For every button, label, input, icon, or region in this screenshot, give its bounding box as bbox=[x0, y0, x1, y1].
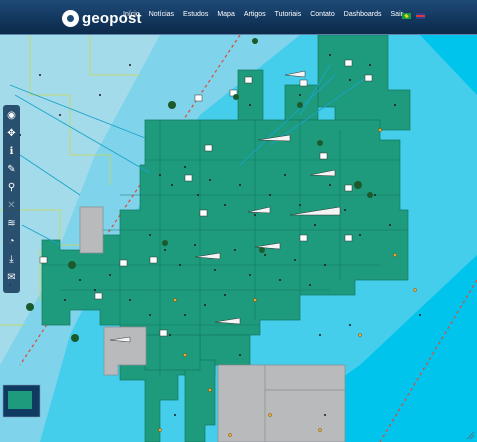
menu-item-dashboards[interactable]: Dashboards bbox=[344, 11, 382, 18]
resize-handle-icon[interactable] bbox=[465, 430, 475, 440]
info-icon[interactable]: ℹ bbox=[5, 145, 18, 158]
map-svg bbox=[0, 35, 477, 442]
top-navbar: geopost Início Notícias Estudos Mapa Art… bbox=[0, 0, 477, 35]
menu-item-estudos[interactable]: Estudos bbox=[183, 11, 208, 18]
menu-item-contato[interactable]: Contato bbox=[310, 11, 335, 18]
map-toolbar: ◉ ✥ ℹ ✎ ⚲ ✕ ≋ ◔ ⤓ ✉ bbox=[3, 105, 20, 293]
menu-item-mapa[interactable]: Mapa bbox=[217, 11, 235, 18]
logo-icon bbox=[62, 9, 79, 27]
mail-icon[interactable]: ✉ bbox=[5, 271, 18, 284]
draw-icon[interactable]: ✎ bbox=[5, 163, 18, 176]
rss-icon[interactable]: ◔ bbox=[5, 235, 18, 248]
pan-icon[interactable]: ✥ bbox=[5, 127, 18, 140]
zoom-icon[interactable]: ⚲ bbox=[5, 181, 18, 194]
menu-item-inicio[interactable]: Início bbox=[123, 11, 140, 18]
download-icon[interactable]: ⤓ bbox=[5, 253, 18, 266]
layers-icon[interactable]: ≋ bbox=[5, 217, 18, 230]
map-canvas[interactable]: ◉ ✥ ℹ ✎ ⚲ ✕ ≋ ◔ ⤓ ✉ bbox=[0, 35, 477, 442]
inset-land bbox=[8, 391, 32, 409]
clear-icon[interactable]: ✕ bbox=[5, 199, 18, 212]
menu-item-artigos[interactable]: Artigos bbox=[244, 11, 266, 18]
flag-brazil-icon[interactable] bbox=[402, 13, 411, 19]
app-window: geopost Início Notícias Estudos Mapa Art… bbox=[0, 0, 477, 442]
menu-item-noticias[interactable]: Notícias bbox=[149, 11, 174, 18]
globe-icon[interactable]: ◉ bbox=[5, 109, 18, 122]
menu-item-tutoriais[interactable]: Tutoriais bbox=[275, 11, 302, 18]
flag-uk-icon[interactable] bbox=[416, 13, 425, 19]
main-menu: Início Notícias Estudos Mapa Artigos Tut… bbox=[123, 11, 412, 18]
